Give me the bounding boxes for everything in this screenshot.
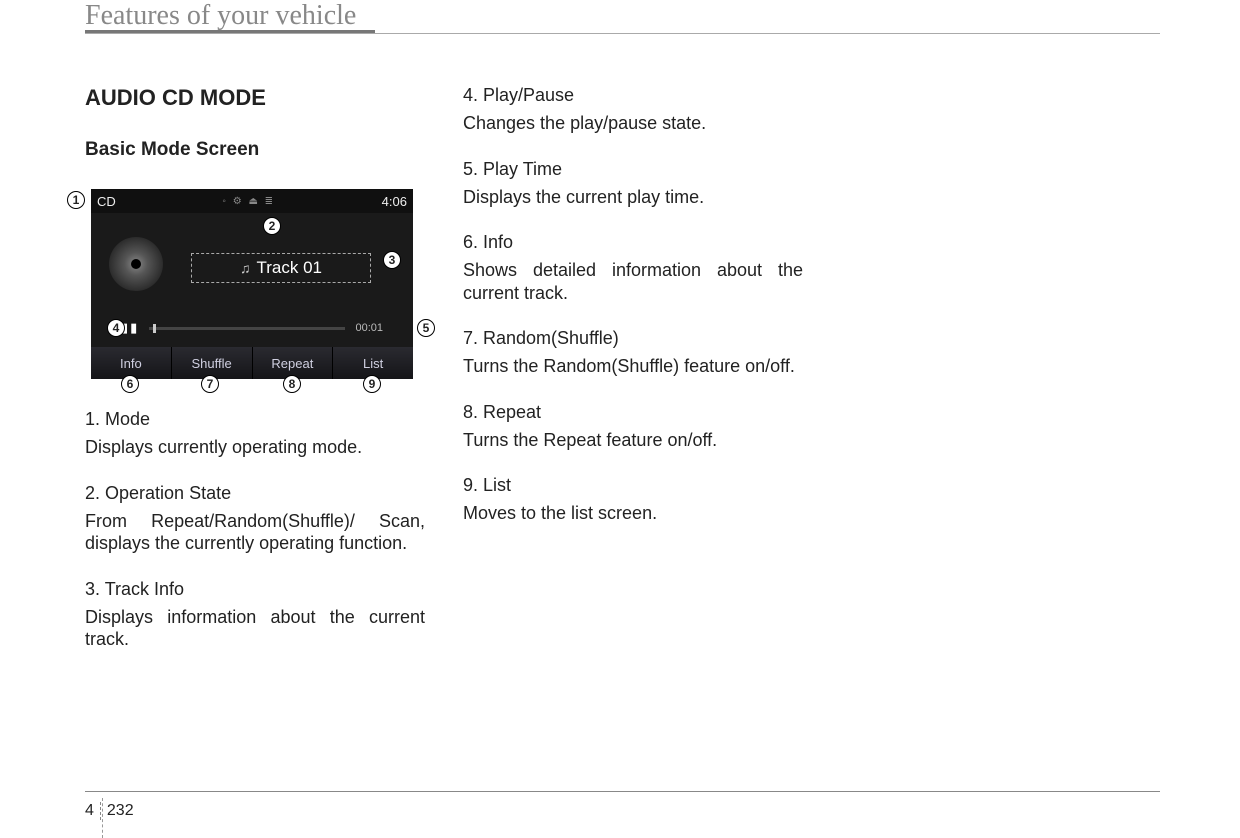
header-rule-long — [85, 33, 1160, 34]
item-body: Displays information about the current t… — [85, 606, 425, 651]
item-9: 9. List Moves to the list screen. — [463, 475, 803, 525]
item-head: 1. Mode — [85, 409, 425, 430]
callout-5: 5 — [417, 319, 435, 337]
item-head: 9. List — [463, 475, 803, 496]
content-area: AUDIO CD MODE Basic Mode Screen CD ◦ ⚙ ⏏… — [85, 85, 805, 675]
footer-rule — [85, 791, 1160, 792]
section-title: AUDIO CD MODE — [85, 85, 425, 111]
item-body: Turns the Repeat feature on/off. — [463, 429, 803, 452]
callout-1: 1 — [67, 191, 85, 209]
shuffle-button[interactable]: Shuffle — [172, 347, 253, 379]
item-body: From Repeat/Random(Shuffle)/ Scan, displ… — [85, 510, 425, 555]
item-head: 4. Play/Pause — [463, 85, 803, 106]
callout-4: 4 — [107, 319, 125, 337]
column-right: 4. Play/Pause Changes the play/pause sta… — [463, 85, 803, 675]
item-head: 5. Play Time — [463, 159, 803, 180]
item-body: Turns the Random(Shuffle) feature on/off… — [463, 355, 803, 378]
clock: 4:06 — [382, 194, 407, 209]
item-6: 6. Info Shows detailed information about… — [463, 232, 803, 304]
item-body: Displays the current play time. — [463, 186, 803, 209]
header-title: Features of your vehicle — [85, 0, 1160, 34]
item-1: 1. Mode Displays currently operating mod… — [85, 409, 425, 459]
progress-row: ▮▮ 00:01 — [121, 319, 383, 337]
track-area: ♫ Track 01 ▮▮ 00:01 — [91, 213, 413, 347]
page-number: 4 232 — [85, 802, 134, 820]
callout-9: 9 — [363, 375, 381, 393]
page-num: 232 — [107, 802, 134, 820]
callout-8: 8 — [283, 375, 301, 393]
subsection-title: Basic Mode Screen — [85, 139, 425, 161]
chapter-number: 4 — [85, 802, 101, 820]
item-3: 3. Track Info Displays information about… — [85, 579, 425, 651]
item-head: 6. Info — [463, 232, 803, 253]
disc-icon — [109, 237, 163, 291]
column-left: AUDIO CD MODE Basic Mode Screen CD ◦ ⚙ ⏏… — [85, 85, 425, 675]
elapsed-time: 00:01 — [355, 322, 383, 334]
item-head: 3. Track Info — [85, 579, 425, 600]
status-icons: ◦ ⚙ ⏏ ≣ — [222, 196, 275, 207]
callout-7: 7 — [201, 375, 219, 393]
screenshot-figure: CD ◦ ⚙ ⏏ ≣ 4:06 ♫ Track 01 ▮▮ 00:01 — [91, 189, 425, 379]
item-5: 5. Play Time Displays the current play t… — [463, 159, 803, 209]
item-head: 7. Random(Shuffle) — [463, 328, 803, 349]
item-body: Moves to the list screen. — [463, 502, 803, 525]
item-8: 8. Repeat Turns the Repeat feature on/of… — [463, 402, 803, 452]
item-body: Displays currently operating mode. — [85, 436, 425, 459]
progress-bar — [149, 327, 345, 330]
item-body: Changes the play/pause state. — [463, 112, 803, 135]
mode-indicator: CD — [97, 194, 116, 209]
status-bar: CD ◦ ⚙ ⏏ ≣ 4:06 — [91, 189, 413, 213]
bottom-buttons: Info Shuffle Repeat List — [91, 347, 413, 379]
item-body: Shows detailed information about the cur… — [463, 259, 803, 304]
item-head: 8. Repeat — [463, 402, 803, 423]
callout-2: 2 — [263, 217, 281, 235]
item-4: 4. Play/Pause Changes the play/pause sta… — [463, 85, 803, 135]
audio-cd-screenshot: CD ◦ ⚙ ⏏ ≣ 4:06 ♫ Track 01 ▮▮ 00:01 — [91, 189, 413, 379]
callout-6: 6 — [121, 375, 139, 393]
page-header: Features of your vehicle — [85, 0, 1160, 34]
item-head: 2. Operation State — [85, 483, 425, 504]
callout-3: 3 — [383, 251, 401, 269]
track-info-box: ♫ Track 01 — [191, 253, 371, 283]
item-2: 2. Operation State From Repeat/Random(Sh… — [85, 483, 425, 555]
track-label: Track 01 — [256, 258, 322, 278]
music-note-icon: ♫ — [240, 260, 251, 276]
item-7: 7. Random(Shuffle) Turns the Random(Shuf… — [463, 328, 803, 378]
